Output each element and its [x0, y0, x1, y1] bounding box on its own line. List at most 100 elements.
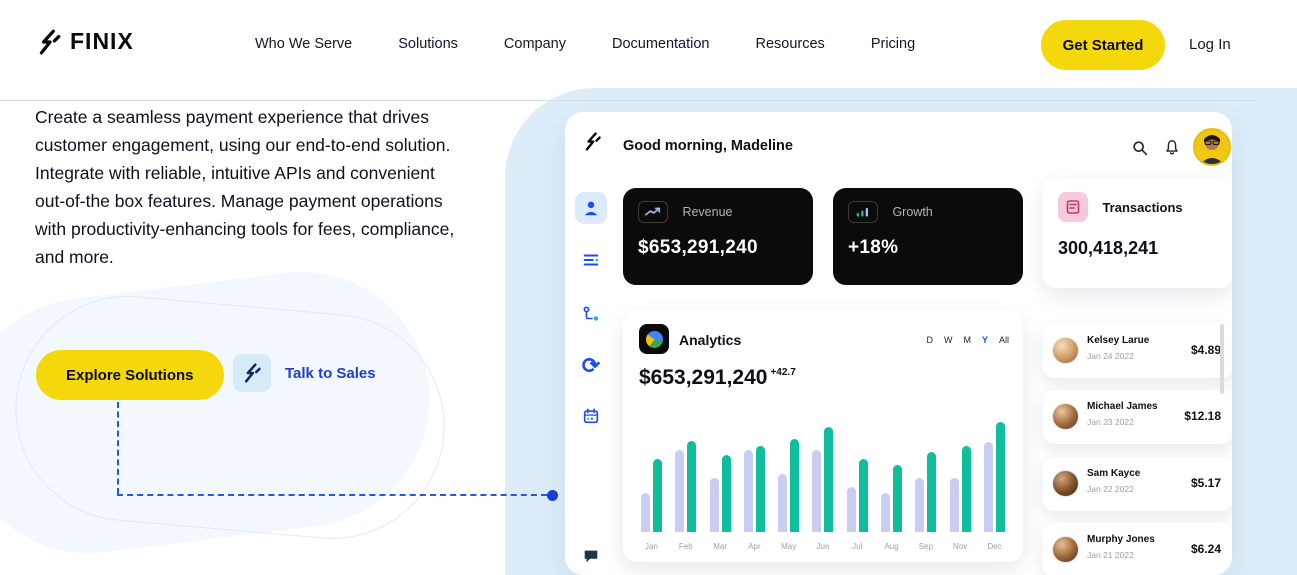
- finix-landing-page: FINIX Who We Serve Solutions Company Doc…: [0, 0, 1297, 575]
- revenue-value: $653,291,240: [638, 237, 798, 259]
- nav-item-company[interactable]: Company: [504, 36, 566, 52]
- nav-divider: [0, 100, 1258, 101]
- nav-item-solutions[interactable]: Solutions: [398, 36, 458, 52]
- sidebar-refresh-icon[interactable]: ⟳: [575, 350, 607, 382]
- finix-logo-text: FINIX: [70, 28, 134, 55]
- customer-name: Murphy Jones: [1087, 534, 1155, 545]
- color-wheel-icon: [646, 331, 663, 348]
- list-scrollbar[interactable]: [1220, 324, 1224, 394]
- secondary-bar: [778, 474, 787, 532]
- notifications-bell-icon[interactable]: [1163, 139, 1181, 157]
- range-option-week[interactable]: W: [944, 335, 953, 345]
- bar-group: May: [778, 420, 799, 532]
- dashed-connector-vertical: [117, 402, 119, 494]
- range-option-day[interactable]: D: [926, 335, 933, 345]
- nav-item-resources[interactable]: Resources: [756, 36, 825, 52]
- sidebar-list-icon[interactable]: [575, 244, 607, 276]
- bar-group: Nov: [950, 420, 971, 532]
- month-label: May: [781, 542, 796, 551]
- dashed-connector-endpoint: [547, 490, 558, 501]
- finix-logo[interactable]: FINIX: [36, 28, 134, 55]
- nav-item-who-we-serve[interactable]: Who We Serve: [255, 36, 352, 52]
- customer-avatar: [1052, 337, 1079, 364]
- transactions-label: Transactions: [1102, 200, 1182, 215]
- transaction-date: Jan 23 2022: [1087, 417, 1134, 427]
- search-icon[interactable]: [1131, 139, 1149, 157]
- user-avatar[interactable]: [1193, 128, 1231, 166]
- secondary-bar: [847, 487, 856, 532]
- analytics-app-icon: [639, 324, 669, 354]
- bar-group: Dec: [984, 420, 1005, 532]
- get-started-button[interactable]: Get Started: [1041, 20, 1165, 70]
- talk-to-sales-button[interactable]: Talk to Sales: [233, 354, 376, 392]
- bar-group: Jun: [812, 420, 833, 532]
- bar-group: Sep: [915, 420, 936, 532]
- hero-paragraph: Create a seamless payment experience tha…: [35, 103, 467, 271]
- analytics-chart: JanFebMarAprMayJunJulAugSepNovDec: [641, 420, 1005, 532]
- talk-to-sales-label: Talk to Sales: [285, 365, 376, 382]
- range-option-all[interactable]: All: [999, 335, 1009, 345]
- bar-group: Jan: [641, 420, 662, 532]
- customer-avatar: [1052, 536, 1079, 563]
- primary-bar: [962, 446, 971, 532]
- bar-group: Jul: [847, 420, 868, 532]
- primary-bar: [927, 452, 936, 532]
- sidebar-flow-icon[interactable]: [575, 298, 607, 330]
- customer-name: Sam Kayce: [1087, 468, 1140, 479]
- revenue-chart-icon: [638, 201, 668, 223]
- dashboard-mockup: Good morning, Madeline: [565, 112, 1232, 575]
- transaction-row[interactable]: Murphy Jones Jan 21 2022 $6.24: [1043, 523, 1232, 575]
- explore-solutions-button[interactable]: Explore Solutions: [36, 350, 224, 400]
- sidebar-users-icon[interactable]: [575, 192, 607, 224]
- month-label: Jun: [817, 542, 830, 551]
- range-option-month[interactable]: M: [963, 335, 971, 345]
- finix-mark-icon: [233, 354, 271, 392]
- range-option-year[interactable]: Y: [982, 335, 988, 345]
- transaction-date: Jan 24 2022: [1087, 351, 1134, 361]
- month-label: Jul: [852, 542, 862, 551]
- customer-name: Michael James: [1087, 401, 1158, 412]
- dashboard-greeting: Good morning, Madeline: [623, 138, 793, 154]
- revenue-label: Revenue: [682, 205, 732, 219]
- primary-bar: [687, 441, 696, 532]
- month-label: Mar: [713, 542, 727, 551]
- month-label: Apr: [748, 542, 760, 551]
- main-nav: Who We Serve Solutions Company Documenta…: [255, 36, 915, 52]
- secondary-bar: [984, 442, 993, 532]
- sidebar-chat-icon[interactable]: [575, 540, 607, 572]
- growth-label: Growth: [892, 205, 932, 219]
- analytics-total-value: $653,291,240+42.7: [639, 366, 796, 390]
- month-label: Jan: [645, 542, 658, 551]
- analytics-delta: +42.7: [770, 367, 795, 378]
- secondary-bar: [710, 478, 719, 532]
- primary-bar: [859, 459, 868, 532]
- primary-bar: [756, 446, 765, 532]
- secondary-bar: [744, 450, 753, 532]
- transaction-date: Jan 22 2022: [1087, 484, 1134, 494]
- primary-bar: [722, 455, 731, 532]
- customer-name: Kelsey Larue: [1087, 335, 1149, 346]
- analytics-card: Analytics D W M Y All $653,291,240+42.7 …: [623, 310, 1023, 562]
- secondary-bar: [812, 450, 821, 532]
- dashboard-finix-icon: [583, 132, 602, 151]
- month-label: Nov: [953, 542, 967, 551]
- transaction-row[interactable]: Michael James Jan 23 2022 $12.18: [1043, 390, 1232, 444]
- month-label: Dec: [987, 542, 1001, 551]
- growth-value: +18%: [848, 237, 1008, 259]
- secondary-bar: [641, 493, 650, 532]
- log-in-link[interactable]: Log In: [1189, 36, 1231, 53]
- secondary-bar: [915, 478, 924, 532]
- primary-bar: [893, 465, 902, 532]
- transaction-row[interactable]: Kelsey Larue Jan 24 2022 $4.89: [1043, 324, 1232, 378]
- customer-avatar: [1052, 403, 1079, 430]
- bar-group: Aug: [881, 420, 902, 532]
- secondary-bar: [675, 450, 684, 532]
- sidebar-calendar-icon[interactable]: [575, 400, 607, 432]
- transactions-icon: [1058, 192, 1088, 222]
- transaction-amount: $4.89: [1191, 343, 1221, 357]
- transactions-card: Transactions 300,418,241: [1043, 178, 1232, 288]
- revenue-card: Revenue $653,291,240: [623, 188, 813, 285]
- nav-item-documentation[interactable]: Documentation: [612, 36, 710, 52]
- transaction-row[interactable]: Sam Kayce Jan 22 2022 $5.17: [1043, 457, 1232, 511]
- nav-item-pricing[interactable]: Pricing: [871, 36, 915, 52]
